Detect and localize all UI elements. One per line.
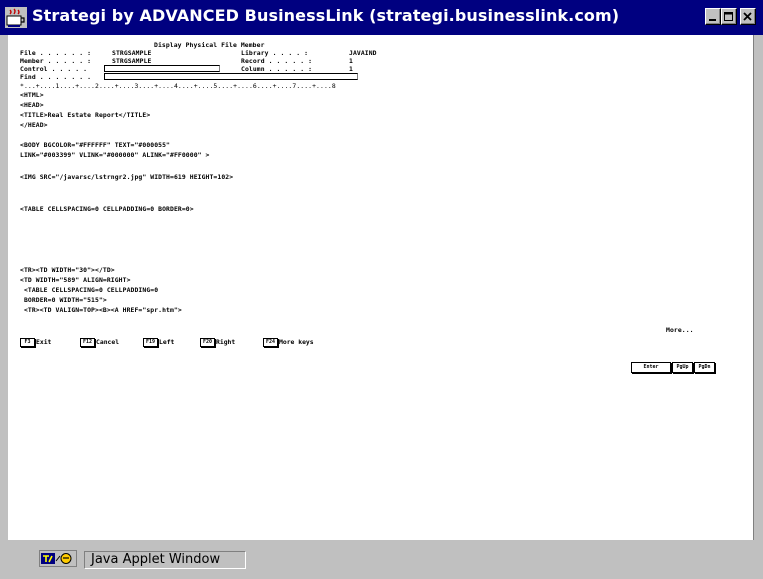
control-label: Control . . . . . xyxy=(20,65,88,73)
member-label: Member . . . . . : xyxy=(20,57,92,65)
key-label: Right xyxy=(216,338,236,346)
member-line: <TITLE>Real Estate Report</TITLE> xyxy=(20,111,151,119)
maximize-icon xyxy=(724,11,733,21)
window-title-bar[interactable]: Strategi by ADVANCED BusinessLink (strat… xyxy=(0,0,763,35)
control-input[interactable] xyxy=(104,65,220,72)
key-label: Exit xyxy=(36,338,52,346)
member-value: STRGSAMPLE xyxy=(112,57,152,65)
key-badge: F20 xyxy=(200,337,215,347)
minimize-icon xyxy=(709,18,716,21)
applet-window-label: Java Applet Window xyxy=(84,551,246,569)
member-line: <IMG SRC="/javarsc/lstrngr2.jpg" WIDTH=6… xyxy=(20,173,234,181)
window-title: Strategi by ADVANCED BusinessLink (strat… xyxy=(32,6,620,25)
member-line: <BODY BGCOLOR="#FFFFFF" TEXT="#000055" xyxy=(20,141,171,149)
close-button[interactable] xyxy=(740,8,756,25)
find-label: Find . . . . . . . xyxy=(20,73,92,81)
minimize-button[interactable] xyxy=(705,8,721,25)
member-line: BORDER=0 WIDTH="515"> xyxy=(20,296,107,304)
key-badge: F19 xyxy=(143,337,158,347)
member-line: <TABLE CELLSPACING=0 CELLPADDING=0 xyxy=(20,286,159,294)
column-value: 1 xyxy=(349,65,353,73)
key-badge: F24 xyxy=(263,337,278,347)
f24-more-keys-key[interactable]: F24 More keys xyxy=(263,337,314,347)
member-line: </HEAD> xyxy=(20,121,48,129)
key-label: Cancel xyxy=(96,338,120,346)
member-line: <TABLE CELLSPACING=0 CELLPADDING=0 BORDE… xyxy=(20,205,194,213)
key-badge: F3 xyxy=(20,337,35,347)
member-line: <HEAD> xyxy=(20,101,44,109)
maximize-button[interactable] xyxy=(721,8,737,25)
library-value: JAVAIND xyxy=(349,49,377,57)
more-indicator: More... xyxy=(666,326,694,334)
record-label: Record . . . . . : xyxy=(241,57,313,65)
close-icon xyxy=(743,11,752,21)
record-value: 1 xyxy=(349,57,353,65)
java-applet-icon xyxy=(39,550,77,567)
key-label: Left xyxy=(159,338,175,346)
page-buttons: Enter PgUp PgDn xyxy=(631,362,716,373)
key-label: More keys xyxy=(279,338,314,346)
page-down-button[interactable]: PgDn xyxy=(694,362,715,373)
applet-status-bar: Java Applet Window xyxy=(0,540,763,579)
f20-right-key[interactable]: F20 Right xyxy=(200,337,235,347)
f3-exit-key[interactable]: F3 Exit xyxy=(20,337,51,347)
terminal-screen[interactable]: Display Physical File Member File . . . … xyxy=(8,35,754,540)
file-label: File . . . . . . : xyxy=(20,49,92,57)
member-line: <HTML> xyxy=(20,91,44,99)
find-input[interactable] xyxy=(104,73,358,80)
library-label: Library . . . . : xyxy=(241,49,309,57)
member-line: <TD WIDTH="589" ALIGN=RIGHT> xyxy=(20,276,131,284)
f19-left-key[interactable]: F19 Left xyxy=(143,337,174,347)
page-up-button[interactable]: PgUp xyxy=(672,362,693,373)
column-ruler: *...+....1....+....2....+....3....+....4… xyxy=(20,82,336,90)
f12-cancel-key[interactable]: F12 Cancel xyxy=(80,337,119,347)
member-line: <TR><TD WIDTH="30"></TD> xyxy=(20,266,115,274)
java-cup-icon[interactable] xyxy=(5,7,27,28)
key-badge: F12 xyxy=(80,337,95,347)
enter-button[interactable]: Enter xyxy=(631,362,671,373)
member-line: <TR><TD VALIGN=TOP><B><A HREF="spr.htm"> xyxy=(20,306,182,314)
member-line: LINK="#003399" VLINK="#000000" ALINK="#F… xyxy=(20,151,210,159)
file-value: STRGSAMPLE xyxy=(112,49,152,57)
screen-heading: Display Physical File Member xyxy=(154,41,265,49)
column-label: Column . . . . . : xyxy=(241,65,313,73)
